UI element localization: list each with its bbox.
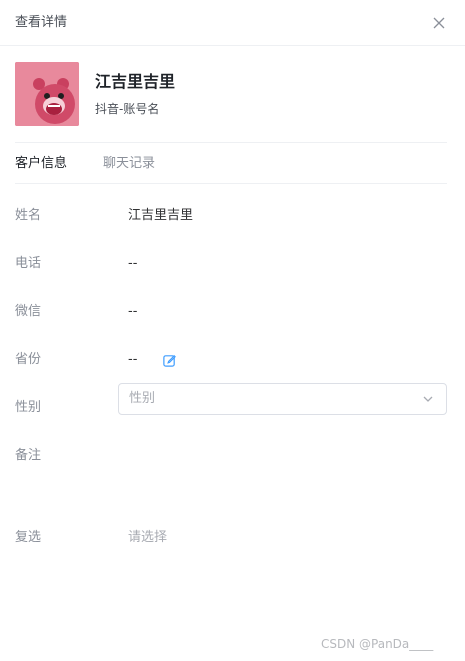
drawer-title: 查看详情 [15, 15, 68, 30]
chevron-down-icon [423, 396, 433, 402]
field-remark-label: 备注 [15, 448, 42, 463]
field-name-label: 姓名 [15, 208, 42, 223]
field-name-row: 姓名 江吉里吉里 [15, 206, 447, 226]
field-wechat-row: 微信 -- [15, 302, 447, 322]
field-gender-label: 性别 [15, 400, 42, 415]
field-province-row: 省份 -- [15, 350, 447, 370]
avatar [15, 62, 79, 126]
profile-card: 江吉里吉里 抖音-账号名 [15, 62, 447, 126]
field-name-value: 江吉里吉里 [128, 208, 194, 223]
bear-avatar-icon [15, 62, 79, 126]
profile-account: 抖音-账号名 [95, 102, 160, 116]
field-phone-label: 电话 [15, 256, 42, 271]
field-province-label: 省份 [15, 352, 42, 367]
edit-icon[interactable] [162, 353, 177, 368]
tab-customer-info[interactable]: 客户信息 [15, 156, 67, 172]
field-gender-row: 性别 性别 [15, 383, 447, 418]
field-phone-row: 电话 -- [15, 254, 447, 274]
field-multi-label: 复选 [15, 530, 42, 545]
field-multi-row: 复选 请选择 [15, 528, 447, 548]
watermark: CSDN @PanDa____ [321, 637, 434, 651]
multi-select-input[interactable]: 请选择 [128, 529, 167, 547]
tab-bar: 客户信息 聊天记录 [15, 142, 447, 184]
field-province-value: -- [128, 352, 138, 367]
field-wechat-label: 微信 [15, 304, 42, 319]
profile-name: 江吉里吉里 [95, 72, 176, 91]
field-remark-row: 备注 [15, 446, 447, 466]
field-wechat-value: -- [128, 304, 138, 319]
gender-select[interactable]: 性别 [118, 383, 447, 415]
field-phone-value: -- [128, 256, 138, 271]
gender-select-placeholder: 性别 [129, 391, 156, 406]
close-icon[interactable] [431, 15, 447, 31]
tab-chat-history[interactable]: 聊天记录 [103, 156, 155, 172]
drawer-header: 查看详情 [0, 0, 465, 46]
